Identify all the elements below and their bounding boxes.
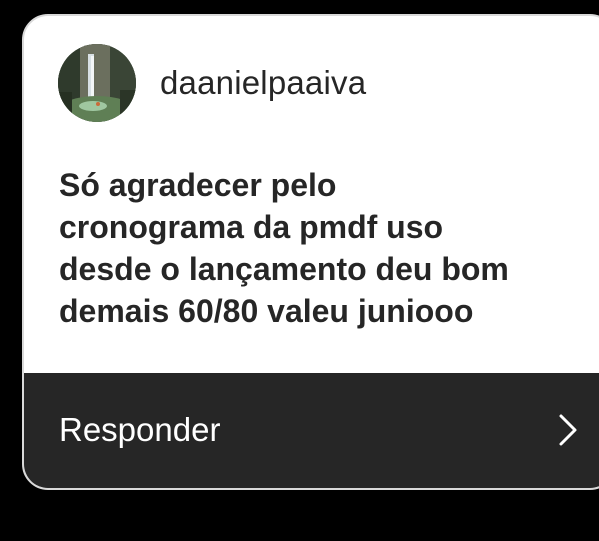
username[interactable]: daanielpaaiva	[160, 64, 366, 102]
avatar-photo	[58, 44, 136, 122]
reply-label: Responder	[59, 410, 221, 448]
message-text: Só agradecer pelo cronograma da pmdf uso…	[59, 167, 509, 329]
notification-header: daanielpaaiva	[58, 44, 366, 122]
reply-button[interactable]: Responder	[24, 373, 599, 488]
chevron-right-icon	[559, 414, 577, 445]
message-notification-card[interactable]: daanielpaaiva Só agradecer pelo cronogra…	[22, 14, 599, 490]
avatar[interactable]	[58, 44, 136, 122]
